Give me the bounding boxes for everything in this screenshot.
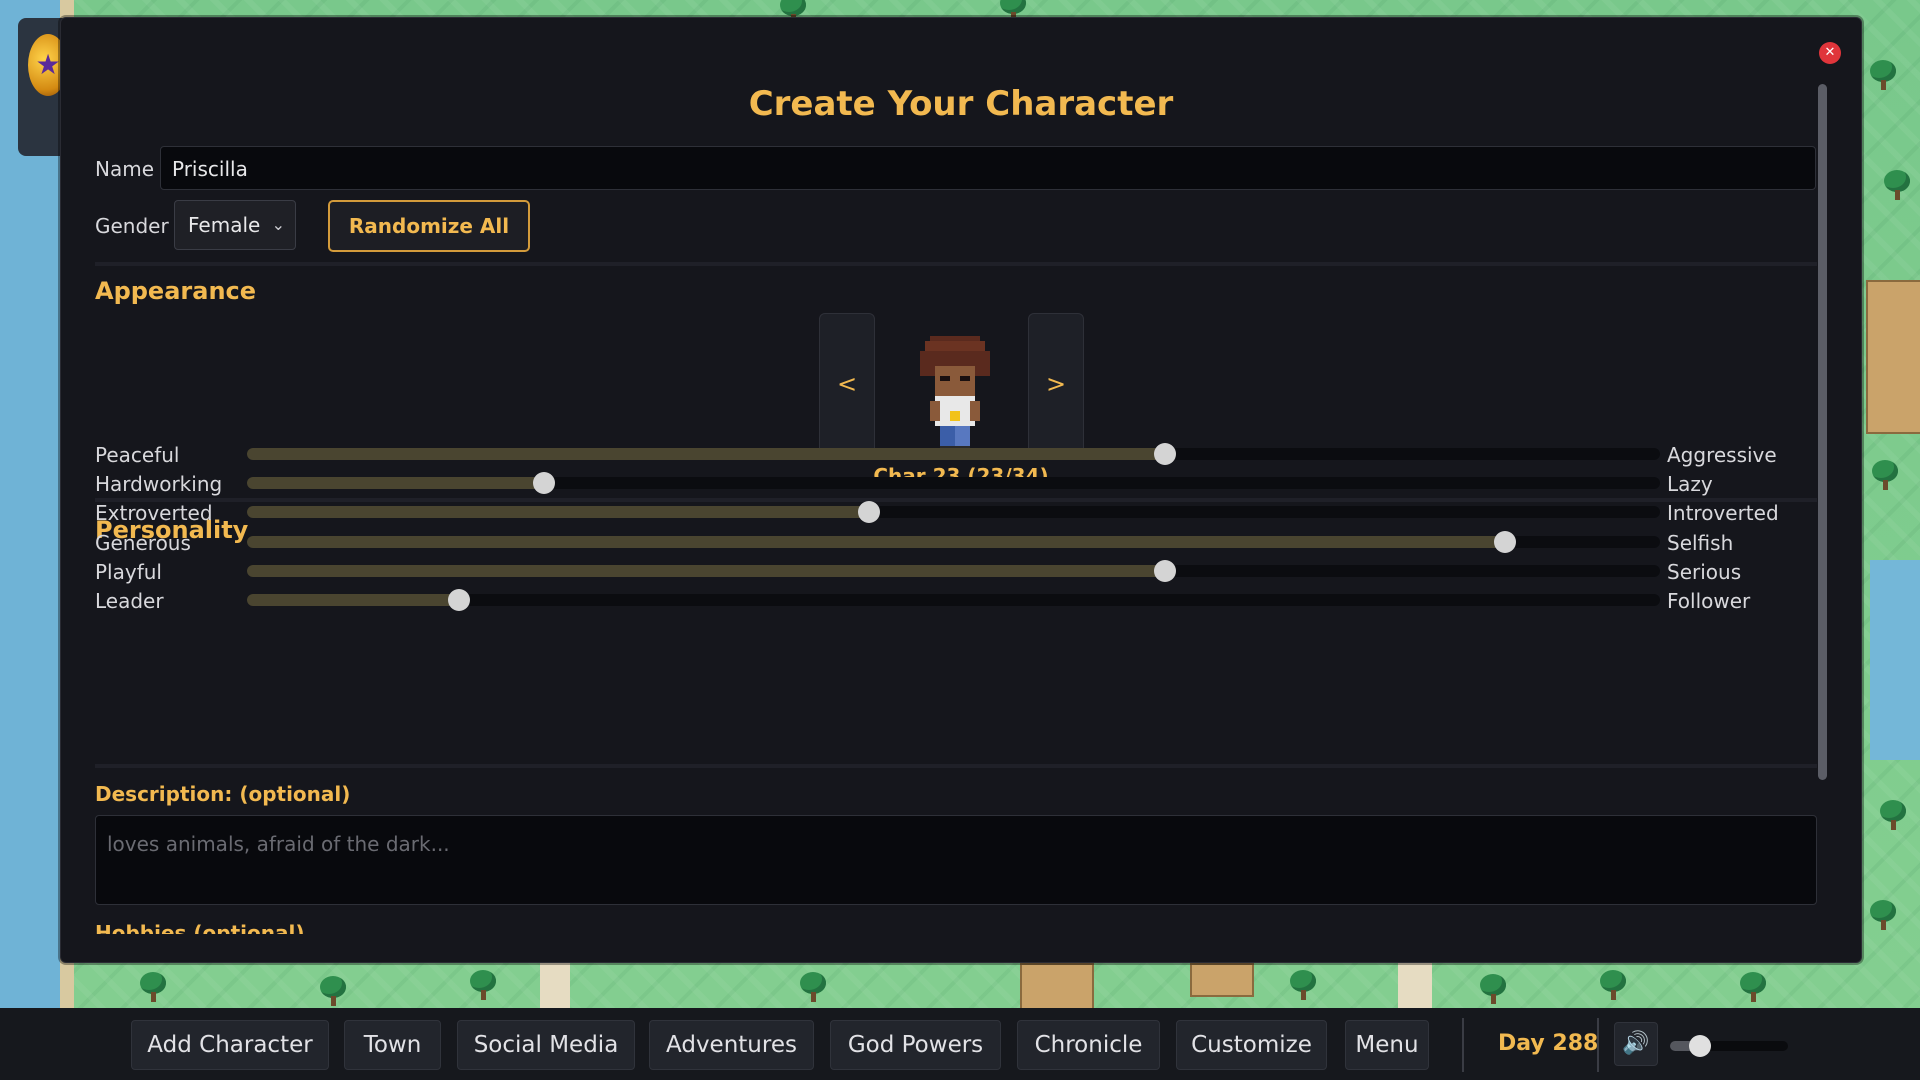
trait-slider-knob[interactable] (1154, 443, 1177, 465)
map-tree (470, 970, 496, 1000)
name-label: Name (95, 157, 155, 181)
chevron-down-icon: ⌄ (271, 215, 285, 234)
modal-title: Create Your Character (748, 84, 1174, 124)
gender-select-value: Female (188, 213, 261, 237)
section-divider (95, 764, 1817, 768)
trait-slider-fill (247, 448, 1166, 460)
trait-slider-fill (247, 536, 1505, 548)
water-area-right (1870, 560, 1920, 760)
map-tree (1880, 800, 1906, 830)
trait-slider[interactable] (247, 501, 1660, 523)
map-building (1020, 963, 1094, 1011)
description-textarea[interactable]: loves animals, afraid of the dark... (95, 815, 1817, 905)
trait-slider-knob[interactable] (1493, 531, 1516, 553)
trait-left-label: Peaceful (95, 443, 180, 467)
map-tree (1884, 170, 1910, 200)
trait-slider-knob[interactable] (532, 472, 555, 494)
volume-slider-knob[interactable] (1688, 1035, 1711, 1057)
trait-slider-knob[interactable] (857, 501, 880, 523)
randomize-all-button[interactable]: Randomize All (328, 200, 530, 252)
trait-slider-fill (247, 594, 459, 606)
name-input[interactable]: Priscilla (160, 146, 1816, 190)
map-tree (1870, 60, 1896, 90)
hobbies-label: Hobbies (optional) (95, 921, 305, 934)
toolbar-separator (1462, 1018, 1464, 1072)
character-creation-modal: ✕ Create Your Character Name Priscilla G… (60, 17, 1862, 963)
menu-button[interactable]: Menu (1345, 1020, 1429, 1070)
map-tree (320, 976, 346, 1006)
town-button[interactable]: Town (344, 1020, 441, 1070)
bottom-toolbar: Add Character Town Social Media Adventures G… (0, 1008, 1920, 1080)
section-divider (95, 498, 1817, 502)
map-tree (140, 972, 166, 1002)
customize-button[interactable]: Customize (1176, 1020, 1327, 1070)
god-powers-button[interactable]: God Powers (830, 1020, 1001, 1070)
trait-slider[interactable] (247, 531, 1660, 553)
gender-select[interactable]: Female ⌄ (174, 200, 296, 250)
next-character-button[interactable]: > (1028, 313, 1084, 455)
trait-left-label: Generous (95, 531, 191, 555)
adventures-button[interactable]: Adventures (649, 1020, 814, 1070)
add-character-button[interactable]: Add Character (131, 1020, 329, 1070)
trait-slider[interactable] (247, 472, 1660, 494)
day-counter: Day 288 (1498, 1031, 1599, 1056)
map-tree (800, 972, 826, 1002)
map-tree (1872, 460, 1898, 490)
trait-left-label: Leader (95, 589, 164, 613)
map-tree (1870, 900, 1896, 930)
trait-left-label: Hardworking (95, 472, 223, 496)
close-button[interactable]: ✕ (1819, 42, 1841, 64)
trait-left-label: Extroverted (95, 501, 213, 525)
achievement-badge[interactable]: ★ (18, 18, 68, 156)
section-divider (95, 262, 1817, 266)
chronicle-button[interactable]: Chronicle (1017, 1020, 1160, 1070)
map-tree (1290, 970, 1316, 1000)
trait-right-label: Aggressive (1667, 443, 1777, 467)
trait-right-label: Follower (1667, 589, 1751, 613)
character-sprite (920, 336, 990, 451)
trait-left-label: Playful (95, 560, 162, 584)
trait-slider-knob[interactable] (447, 589, 470, 611)
trait-right-label: Selfish (1667, 531, 1734, 555)
social-media-button[interactable]: Social Media (457, 1020, 635, 1070)
map-path (540, 961, 570, 1010)
speaker-icon[interactable]: 🔊 (1614, 1022, 1658, 1066)
map-tree (1480, 974, 1506, 1004)
trait-slider-fill (247, 565, 1166, 577)
map-building (1190, 963, 1254, 997)
trait-slider[interactable] (247, 443, 1660, 465)
appearance-heading: Appearance (95, 277, 257, 305)
trait-slider[interactable] (247, 560, 1660, 582)
trait-right-label: Serious (1667, 560, 1742, 584)
trait-slider-fill (247, 477, 544, 489)
map-tree (1600, 970, 1626, 1000)
toolbar-separator (1597, 1018, 1599, 1072)
description-label: Description: (optional) (95, 782, 351, 806)
map-building (1866, 280, 1920, 434)
modal-scrollbar[interactable] (1818, 84, 1827, 780)
trait-slider-knob[interactable] (1154, 560, 1177, 582)
map-tree (1740, 972, 1766, 1002)
trait-right-label: Lazy (1667, 472, 1713, 496)
trait-right-label: Introverted (1667, 501, 1779, 525)
previous-character-button[interactable]: < (819, 313, 875, 455)
map-path (1398, 961, 1432, 1010)
volume-slider[interactable] (1670, 1035, 1788, 1057)
trait-slider-fill (247, 506, 869, 518)
gender-label: Gender (95, 214, 169, 238)
trait-slider[interactable] (247, 589, 1660, 611)
